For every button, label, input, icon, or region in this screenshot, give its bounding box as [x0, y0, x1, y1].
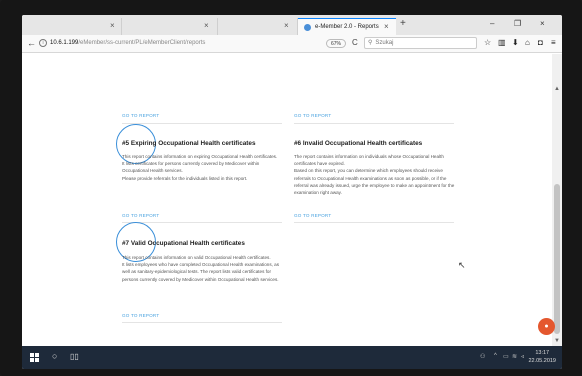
tab-3[interactable]: × [218, 18, 298, 35]
download-icon[interactable]: ⬇ [512, 38, 519, 47]
tab-close-icon[interactable]: × [204, 21, 209, 30]
scroll-down-icon[interactable]: ▼ [554, 338, 560, 344]
people-icon[interactable]: ⚇ [480, 353, 485, 360]
home-icon[interactable]: ⌂ [525, 38, 530, 47]
tab-1[interactable]: × [22, 18, 122, 35]
reload-button[interactable]: C [352, 38, 358, 47]
back-button[interactable]: ← [27, 38, 36, 48]
page-scrollbar[interactable]: ▲ ▼ [552, 54, 562, 346]
desc-line: persons currently covered by Medicover w… [122, 276, 279, 282]
desc-line: Please provide referrals for the individ… [122, 175, 248, 181]
report-description-5: This report contains information on expi… [122, 153, 292, 182]
clock-date: 22.05.2019 [528, 358, 556, 364]
network-icon[interactable]: ≋ [512, 353, 517, 360]
tab-2[interactable]: × [122, 18, 218, 35]
favicon-icon [304, 23, 311, 31]
mouse-cursor-icon: ↖ [458, 260, 466, 270]
tab-close-icon[interactable]: × [384, 22, 389, 31]
tab-label: e-Member 2.0 - Reports [315, 24, 379, 30]
url-host: 10.6.1.199 [50, 40, 79, 46]
desc-line: This report contains information on vali… [122, 255, 271, 260]
desc-line: This report contains information on expi… [122, 154, 278, 159]
desc-line: It lists employees who have completed Oc… [122, 262, 280, 268]
desc-line: examination right away. [294, 190, 342, 196]
taskbar-search-icon[interactable]: ○ [52, 351, 57, 361]
scroll-up-icon[interactable]: ▲ [554, 86, 560, 92]
go-to-report-link[interactable]: GO TO REPORT [122, 113, 159, 118]
maximize-button[interactable]: ❐ [514, 19, 521, 28]
tab-strip: × × × e-Member 2.0 - Reports × + – ❐ × [22, 15, 562, 35]
divider [122, 123, 282, 124]
new-tab-button[interactable]: + [400, 18, 406, 29]
desc-line: certificates have expired. [294, 161, 345, 167]
library-icon[interactable]: ▥ [498, 38, 506, 47]
report-title-6: #6 Invalid Occupational Health certifica… [294, 140, 423, 147]
tray-chevron-icon[interactable]: ^ [494, 353, 497, 359]
divider [294, 222, 454, 223]
desc-line: Based on this report, you can determine … [294, 168, 443, 174]
tab-close-icon[interactable]: × [284, 21, 289, 30]
divider [122, 222, 282, 223]
windows-taskbar: ○ ▯▯ ⚇ ^ ▭ ≋ ◃ 13:17 22.05.2019 [22, 346, 562, 369]
go-to-report-link[interactable]: GO TO REPORT [294, 213, 331, 218]
clock-time: 13:17 [535, 350, 550, 356]
laptop-bezel: × × × e-Member 2.0 - Reports × + – ❐ × ←… [0, 0, 582, 376]
desc-line: Occupational Health services. [122, 168, 183, 174]
screen: × × × e-Member 2.0 - Reports × + – ❐ × ←… [22, 15, 562, 369]
tab-reports[interactable]: e-Member 2.0 - Reports × [298, 18, 396, 35]
scroll-thumb[interactable] [554, 184, 560, 334]
desc-line: The report contains information on indiv… [294, 154, 444, 159]
tab-close-icon[interactable]: × [110, 21, 115, 30]
reports-page: GO TO REPORT GO TO REPORT #5 Expiring Oc… [22, 54, 552, 346]
chat-fab-button[interactable]: ● [538, 318, 555, 335]
url-path: /eMember/ss-current/PL/eMemberClient/rep… [78, 40, 206, 46]
search-icon: ⚲ [368, 40, 373, 46]
desc-line: It lists certificates for persons curren… [122, 161, 260, 167]
pocket-icon[interactable]: ◘ [538, 38, 543, 47]
minimize-button[interactable]: – [490, 19, 494, 28]
navigation-bar: ← i 10.6.1.199/eMember/ss-current/PL/eMe… [22, 35, 562, 53]
task-view-icon[interactable]: ▯▯ [70, 352, 79, 361]
url-bar[interactable]: 10.6.1.199/eMember/ss-current/PL/eMember… [50, 40, 205, 46]
desc-line: referrals to Occupational Health examina… [294, 175, 447, 181]
volume-icon[interactable]: ◃ [521, 353, 524, 360]
go-to-report-link[interactable]: GO TO REPORT [294, 113, 331, 118]
desc-line: referral was already issued, urge the em… [294, 182, 455, 188]
star-icon[interactable]: ☆ [484, 38, 491, 47]
report-description-7: This report contains information on vali… [122, 254, 302, 283]
battery-icon[interactable]: ▭ [503, 353, 509, 360]
windows-start-icon[interactable] [30, 353, 39, 362]
menu-icon[interactable]: ≡ [551, 38, 556, 47]
divider [122, 322, 282, 323]
go-to-report-link[interactable]: GO TO REPORT [122, 313, 159, 318]
divider [294, 123, 454, 124]
report-description-6: The report contains information on indiv… [294, 153, 474, 196]
desc-line: well as sanitary-epidemiological tests. … [122, 269, 272, 275]
site-info-icon[interactable]: i [39, 39, 47, 47]
go-to-report-link[interactable]: GO TO REPORT [122, 213, 159, 218]
search-placeholder: Szukaj [375, 40, 394, 46]
taskbar-clock[interactable]: 13:17 22.05.2019 [528, 349, 556, 365]
report-title-5: #5 Expiring Occupational Health certific… [122, 140, 256, 147]
close-window-button[interactable]: × [540, 19, 545, 28]
search-input[interactable]: ⚲ Szukaj [364, 37, 477, 49]
report-title-7: #7 Valid Occupational Health certificate… [122, 240, 245, 247]
zoom-indicator[interactable]: 67% [326, 39, 346, 48]
